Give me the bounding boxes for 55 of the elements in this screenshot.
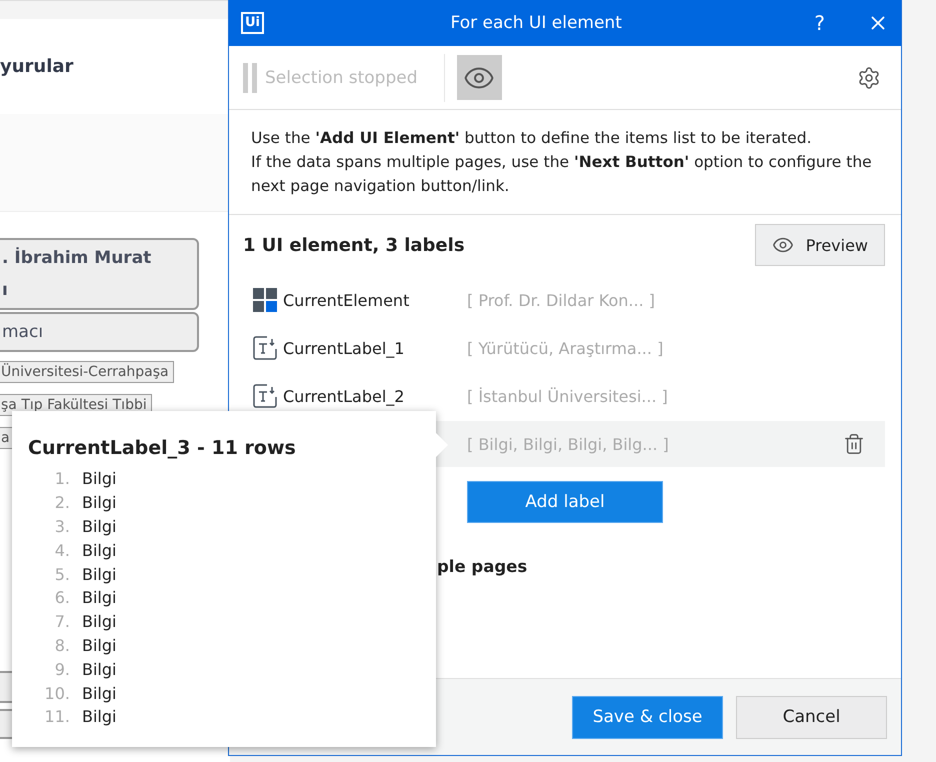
item-row[interactable]: CurrentLabel_1 [ Yürütücü, Araştırma... ]	[243, 325, 885, 371]
item-row[interactable]: CurrentElement [ Prof. Dr. Dildar Kon... ]	[243, 277, 885, 323]
item-preview-value: [ İstanbul Üniversitesi... ]	[467, 386, 668, 406]
item-preview-value: [ Bilgi, Bilgi, Bilgi, Bilg... ]	[467, 434, 669, 454]
name-card: . İbrahim Murat ı	[0, 238, 199, 310]
text-label-icon	[253, 336, 277, 360]
item-name: CurrentElement	[283, 290, 410, 310]
selection-status: Selection stopped	[265, 54, 445, 102]
row-number: 1.	[54, 469, 70, 488]
row-number: 7.	[54, 612, 70, 632]
row-value: Bilgi	[82, 469, 116, 488]
add-label-button[interactable]: Add label	[467, 481, 663, 523]
page-heading: yurular	[0, 56, 74, 77]
row-value: Bilgi	[82, 588, 116, 608]
item-row[interactable]: CurrentLabel_2 [ İstanbul Üniversitesi... ]	[243, 373, 885, 419]
row-value: Bilgi	[82, 707, 116, 726]
row-number: 10.	[44, 684, 70, 703]
instruction-text: Use the 'Add UI Element' button to define the items list to be iterated.	[251, 128, 813, 149]
row-value: Bilgi	[82, 540, 116, 560]
settings-icon	[857, 66, 881, 90]
cancel-button[interactable]: Cancel	[736, 696, 887, 738]
text-label-icon	[253, 384, 277, 408]
row-value: Bilgi	[82, 612, 116, 632]
grid-icon	[253, 288, 277, 312]
instruction-text: If the data spans multiple pages, use the 'Next Button' option to configure the next page navigation button/link.	[251, 152, 873, 197]
row-number: 6.	[54, 588, 70, 608]
item-preview-value: [ Prof. Dr. Dildar Kon... ]	[467, 290, 655, 310]
row-number: 9.	[54, 660, 70, 679]
row-value: Bilgi	[82, 516, 116, 536]
save-button[interactable]: Save & close	[572, 696, 723, 738]
row-number: 11.	[44, 707, 70, 726]
pages-option-label: ple pages	[437, 557, 528, 576]
item-preview-value: [ Yürütücü, Araştırma... ]	[467, 338, 664, 358]
window-title: For each UI element	[450, 13, 623, 33]
row-number: 8.	[54, 636, 70, 655]
help-button[interactable]: ?	[808, 10, 831, 36]
row-value: Bilgi	[82, 636, 116, 655]
tag: Üniversitesi-Cerrahpaşa	[0, 361, 174, 383]
item-name: CurrentLabel_2	[283, 386, 406, 406]
row-number: 4.	[54, 540, 70, 560]
row-value: Bilgi	[82, 493, 116, 512]
role-card: macı	[0, 312, 199, 352]
summary-heading: 1 UI element, 3 labels	[243, 234, 465, 256]
row-value: Bilgi	[82, 660, 116, 679]
pause-icon	[243, 62, 257, 92]
row-number: 3.	[54, 516, 70, 536]
trash-icon	[843, 433, 865, 455]
row-value: Bilgi	[82, 564, 116, 584]
preview-button[interactable]: Preview	[754, 224, 885, 266]
row-value: Bilgi	[82, 684, 116, 703]
row-number: 5.	[54, 564, 70, 584]
item-name: CurrentLabel_1	[283, 338, 406, 358]
app-logo: Ui	[241, 12, 264, 34]
row-number: 2.	[54, 493, 70, 512]
highlight-toggle[interactable]	[456, 55, 502, 100]
